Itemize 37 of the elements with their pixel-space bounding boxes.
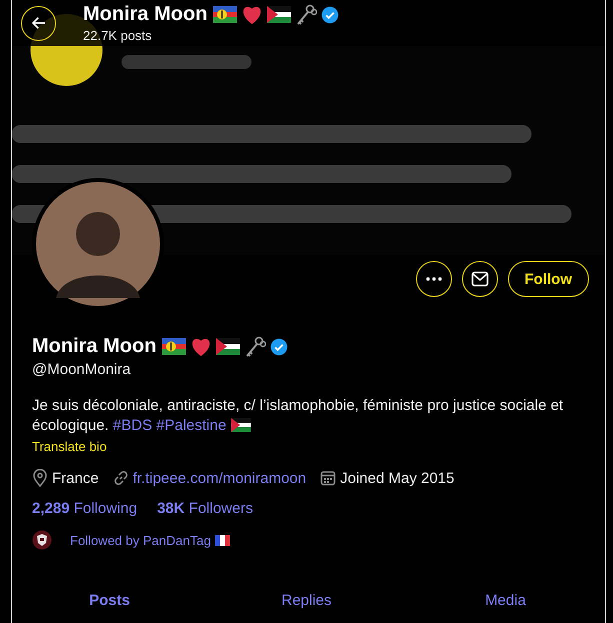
post-count: 22.7K posts bbox=[83, 28, 153, 43]
website-link[interactable]: fr.tipeee.com/moniramoon bbox=[132, 470, 306, 486]
flag-icon bbox=[230, 418, 250, 432]
back-button[interactable] bbox=[21, 6, 56, 40]
envelope-icon bbox=[470, 270, 488, 288]
message-button[interactable] bbox=[462, 261, 498, 297]
calendar-icon bbox=[320, 470, 336, 486]
heart-icon bbox=[241, 4, 264, 24]
key-icon bbox=[244, 336, 266, 358]
follower-avatar-icon bbox=[32, 530, 52, 550]
flag-icon bbox=[213, 6, 238, 23]
flag-icon bbox=[162, 338, 186, 355]
tab[interactable]: Posts bbox=[12, 584, 207, 617]
followed-by-link[interactable]: Followed by PanDanTag bbox=[70, 532, 211, 548]
more-icon bbox=[426, 277, 442, 281]
heart-icon bbox=[190, 336, 212, 356]
profile-handle: @MoonMonira bbox=[32, 361, 132, 378]
flag-icon bbox=[216, 338, 240, 355]
hashtag-link[interactable]: #BDS bbox=[112, 417, 152, 434]
profile-name: Monira Moon bbox=[32, 335, 156, 358]
more-button[interactable] bbox=[416, 261, 452, 297]
location-pin-icon bbox=[32, 469, 48, 487]
location-text: France bbox=[52, 470, 99, 486]
stat-link[interactable]: 38K Followers bbox=[157, 500, 253, 517]
key-icon bbox=[295, 4, 318, 26]
flag-icon bbox=[214, 534, 230, 546]
stat-link[interactable]: 2,289 Following bbox=[32, 500, 138, 517]
translate-link[interactable]: Translate bio bbox=[32, 439, 107, 454]
tab[interactable]: Replies bbox=[207, 584, 406, 617]
follow-button[interactable]: Follow bbox=[508, 261, 589, 297]
bio-text: Je suis décoloniale, antiraciste, c/ l’islamophobie, féministe pro justice sociale et écologique. #BDS #Palestine bbox=[32, 396, 564, 436]
tab[interactable]: Media bbox=[406, 584, 605, 617]
hashtag-link[interactable]: #Palestine bbox=[156, 417, 226, 434]
link-icon bbox=[112, 470, 129, 486]
joined-date: Joined May 2015 bbox=[340, 470, 454, 486]
profile-name: Monira Moon bbox=[83, 3, 208, 26]
flag-icon bbox=[267, 6, 292, 23]
